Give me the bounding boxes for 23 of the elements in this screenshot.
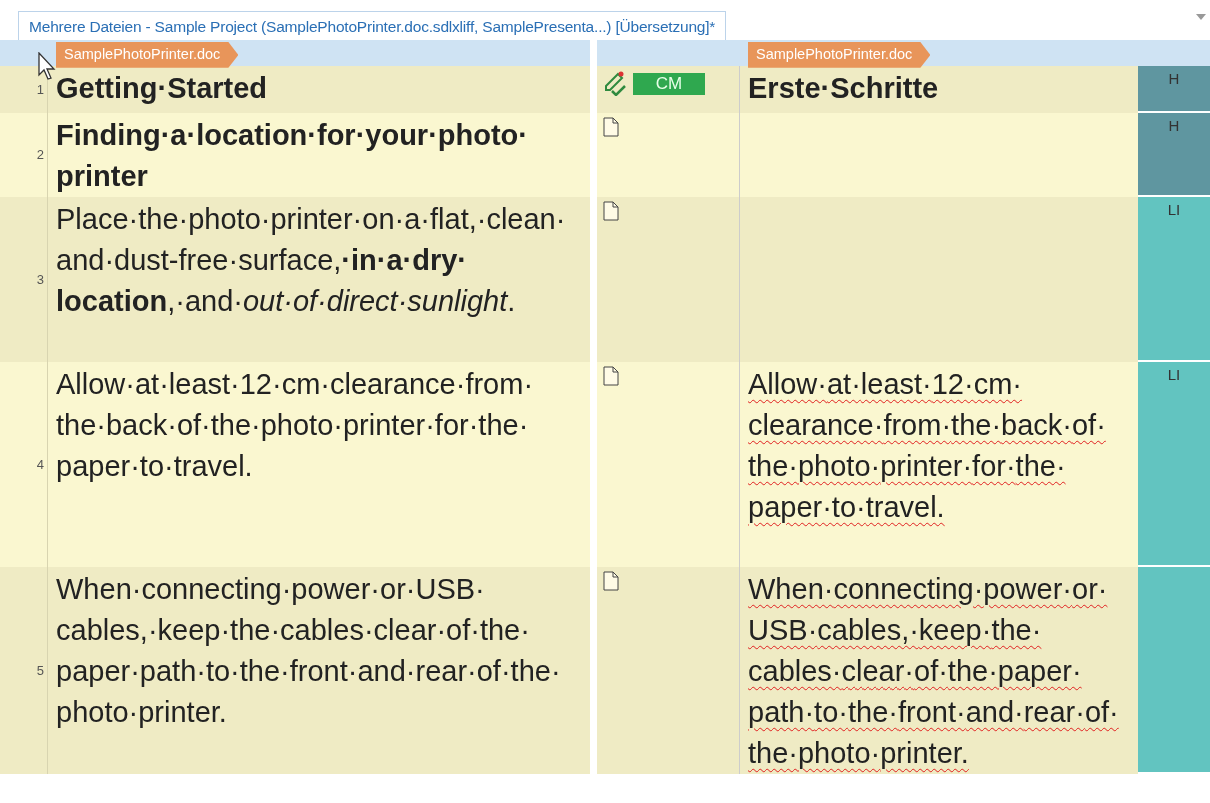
style-cell: H [1138, 66, 1210, 113]
target-file-tag: SamplePhotoPrinter.doc [748, 42, 931, 68]
segment-row[interactable] [0, 567, 1210, 774]
segment-number: 5 [0, 567, 48, 774]
target-text[interactable]: When·connecting·power·or·USB·cables,·keep·the·cables·clear·of·the·paper·path·to·the·front·and·rear·of·the·photo·printer. [740, 567, 1138, 774]
source-text: When·connecting·power·or·USB·cables,·keep·the·cables·clear·of·the·paper·path·to·the·front·and·rear·of·the·photo·printer. [55, 572, 562, 730]
document-tab[interactable]: Mehrere Dateien - Sample Project (SamplePhotoPrinter.doc.sdlxliff, SamplePresenta...) [Übersetzung]* [18, 10, 727, 40]
style-cell: LI [1138, 362, 1210, 567]
source-text: Getting·Started [55, 71, 269, 106]
target-text[interactable]: Allow·at·least·12·cm·clearance·from·the·back·of·the·photo·printer·for·the·paper·to·travel. [740, 362, 1138, 567]
segment-row[interactable]: 1 Getting·Started CM Erste·Schritte H [0, 66, 1210, 113]
segment-row[interactable]: 3 Place·the·photo·printer·on·a·flat,·clean·and·dust-free·surface,·in·a·dry·location,·and·out·of·direct·sunlight. LI [0, 197, 1210, 362]
mouse-pointer-icon [38, 52, 56, 80]
segment-row[interactable]: 2 Finding·a·location·for·your·photo·printer H [0, 113, 1210, 197]
source-text: Allow·at·least·12·cm·clearance·from·the·back·of·the·photo·printer·for·the·paper·to·travel. [55, 367, 535, 484]
style-cell: H [1138, 113, 1210, 197]
style-cell: LI [1138, 197, 1210, 362]
source-file-tag: SamplePhotoPrinter.doc [56, 42, 239, 68]
match-badge: CM [633, 73, 705, 95]
dropdown-arrow-icon[interactable] [1196, 14, 1206, 21]
source-text: Place·the·photo·printer·on·a·flat,·clean·and·dust-free·surface,·in·a·dry·location,·and·out·of·direct·sunlight. [55, 202, 567, 319]
segment-row[interactable]: 4 Allow·at·least·12·cm·clearance·from·the·back·of·the·photo·printer·for·the·paper·to·travel. Allow·at·least·12·cm·clearance·from·the·back·of·the·photo·printer·for·the·paper·to·travel. LI [0, 362, 1210, 567]
target-text[interactable]: Erste·Schritte [740, 66, 1138, 113]
